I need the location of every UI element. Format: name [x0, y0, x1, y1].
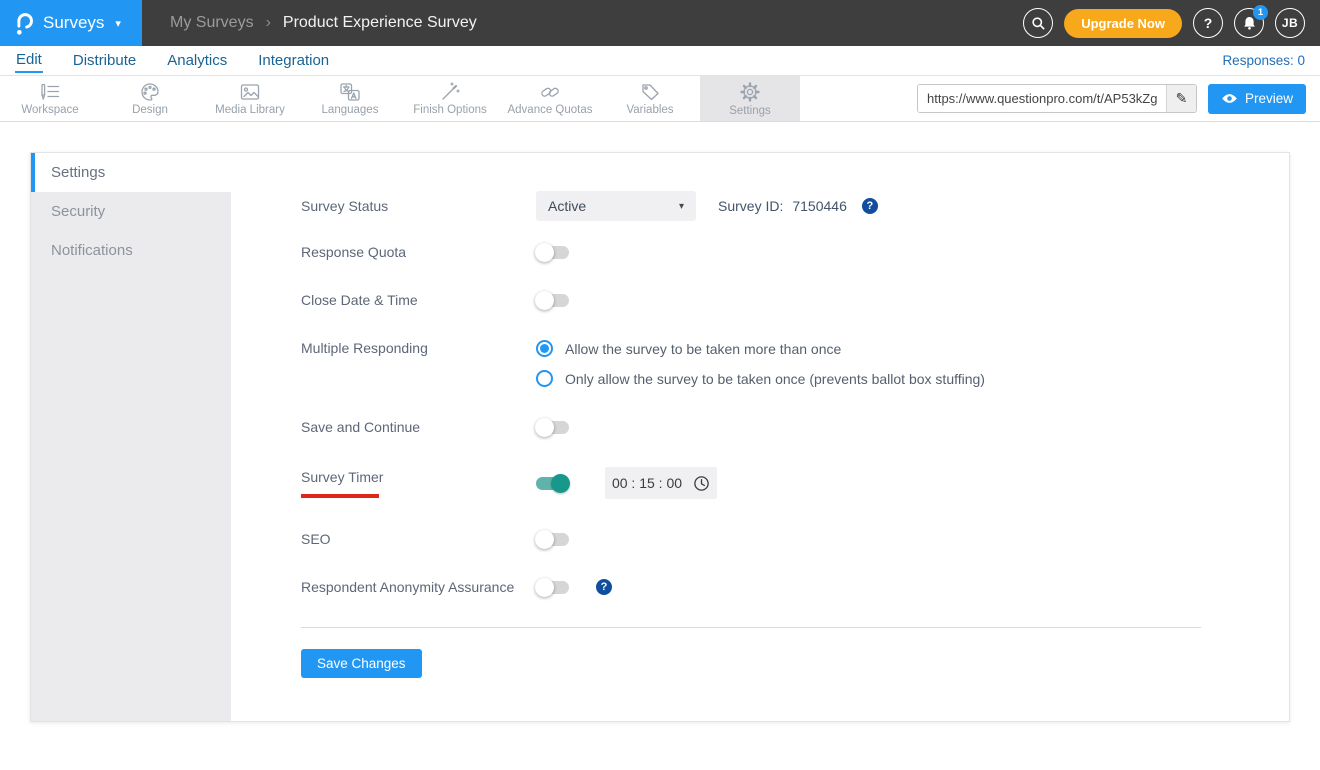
toolbar-item-workspace[interactable]: Workspace — [0, 76, 100, 121]
save-continue-row: Save and Continue — [301, 417, 1289, 437]
workspace-icon — [41, 83, 60, 100]
breadcrumb-separator: › — [265, 14, 271, 31]
breadcrumb-my-surveys[interactable]: My Surveys — [170, 14, 254, 32]
survey-id-value: 7150446 — [792, 198, 847, 214]
sidebar-item-security[interactable]: Security — [31, 192, 231, 231]
survey-timer-value: 00 : 15 : 00 — [611, 475, 683, 491]
tab-integration[interactable]: Integration — [257, 49, 330, 72]
survey-status-select[interactable]: Active ▾ — [536, 191, 696, 221]
toolbar-item-finish-options[interactable]: Finish Options — [400, 76, 500, 121]
toolbar-item-design[interactable]: Design — [100, 76, 200, 121]
seo-toggle[interactable] — [535, 529, 569, 549]
toolbar-item-media-library[interactable]: Media Library — [200, 76, 300, 121]
survey-timer-time-field[interactable]: 00 : 15 : 00 — [605, 467, 717, 499]
tab-edit[interactable]: Edit — [15, 48, 43, 73]
notifications-button[interactable]: 1 — [1234, 5, 1268, 38]
tab-analytics[interactable]: Analytics — [166, 49, 228, 72]
close-date-label: Close Date & Time — [301, 292, 418, 308]
survey-id-help-icon[interactable]: ? — [861, 198, 878, 214]
divider — [301, 627, 1201, 628]
search-icon — [1032, 16, 1045, 30]
survey-url-input[interactable] — [917, 85, 1166, 112]
settings-sidebar: Settings Security Notifications — [31, 153, 231, 721]
response-quota-row: Response Quota — [301, 242, 1289, 262]
chevron-down-icon: ▾ — [678, 200, 684, 212]
product-name: Surveys — [43, 13, 105, 32]
survey-status-value: Active — [548, 198, 587, 214]
save-changes-button[interactable]: Save Changes — [301, 649, 422, 678]
translate-icon — [340, 82, 360, 101]
help-button[interactable]: ? — [1193, 8, 1223, 38]
multiple-responding-row: Multiple Responding Allow the survey to … — [301, 340, 1289, 387]
clock-icon — [694, 475, 709, 491]
sidebar-item-notifications[interactable]: Notifications — [31, 231, 231, 270]
sidebar-item-settings[interactable]: Settings — [31, 153, 231, 192]
toolbar-item-variables[interactable]: Variables — [600, 76, 700, 121]
toolbar-right: ✎ Preview — [916, 76, 1320, 121]
preview-button[interactable]: Preview — [1207, 83, 1306, 114]
multiple-responding-label: Multiple Responding — [301, 340, 428, 356]
questionpro-logo-icon — [16, 12, 33, 35]
seo-row: SEO — [301, 529, 1289, 549]
survey-status-label: Survey Status — [301, 198, 389, 214]
edit-toolbar: Workspace Design Media Library Languages… — [0, 76, 1320, 122]
search-button[interactable] — [1023, 8, 1054, 38]
tab-distribute[interactable]: Distribute — [72, 49, 137, 72]
close-date-toggle[interactable] — [535, 290, 569, 310]
settings-main: Survey Status Active ▾ Survey ID: 715044… — [231, 153, 1289, 721]
multiple-responding-options: Allow the survey to be taken more than o… — [536, 340, 985, 387]
red-highlight-underline — [301, 493, 379, 498]
save-continue-label: Save and Continue — [301, 419, 421, 435]
gear-icon — [740, 81, 760, 102]
survey-url-box: ✎ — [916, 84, 1197, 113]
edit-url-button[interactable]: ✎ — [1165, 85, 1196, 112]
chevron-down-icon: ▾ — [115, 17, 121, 30]
survey-timer-label-wrap: Survey Timer — [301, 469, 536, 498]
anonymity-help-icon[interactable]: ? — [596, 579, 612, 595]
toolbar-item-languages[interactable]: Languages — [300, 76, 400, 121]
responses-count: Responses: 0 — [1222, 53, 1305, 68]
survey-timer-toggle[interactable] — [536, 473, 570, 493]
survey-status-row: Survey Status Active ▾ Survey ID: 715044… — [301, 191, 1289, 221]
breadcrumb-survey-title: Product Experience Survey — [282, 14, 477, 31]
pencil-icon: ✎ — [1175, 90, 1188, 106]
content-area: Settings Security Notifications Survey S… — [0, 122, 1320, 770]
radio-unselected-icon — [536, 370, 553, 387]
breadcrumb: My Surveys › Product Experience Survey — [170, 14, 477, 32]
upgrade-now-button[interactable]: Upgrade Now — [1064, 8, 1182, 38]
radio-option-multiple[interactable]: Allow the survey to be taken more than o… — [536, 340, 985, 357]
image-icon — [240, 83, 260, 100]
radio-option-once[interactable]: Only allow the survey to be taken once (… — [536, 370, 985, 387]
survey-id-group: Survey ID: 7150446 ? — [718, 198, 878, 214]
survey-timer-row: Survey Timer 00 : 15 : 00 — [301, 467, 1289, 499]
seo-label: SEO — [301, 531, 331, 547]
topbar-actions: Upgrade Now ? 1 JB — [1023, 5, 1320, 38]
response-quota-label: Response Quota — [301, 244, 407, 260]
response-quota-toggle[interactable] — [535, 242, 569, 262]
top-bar: Surveys ▾ My Surveys › Product Experienc… — [0, 0, 1320, 46]
settings-card: Settings Security Notifications Survey S… — [30, 152, 1290, 722]
close-date-row: Close Date & Time — [301, 290, 1289, 310]
tag-icon — [642, 83, 659, 100]
survey-timer-label: Survey Timer — [301, 468, 384, 485]
palette-icon — [141, 82, 159, 101]
eye-icon — [1222, 94, 1237, 103]
notification-badge: 1 — [1253, 5, 1268, 20]
magic-wand-icon — [442, 81, 460, 100]
chain-link-icon — [541, 87, 559, 97]
radio-selected-icon — [536, 340, 553, 357]
toolbar-item-advance-quotas[interactable]: Advance Quotas — [500, 76, 600, 121]
user-avatar[interactable]: JB — [1275, 8, 1305, 38]
anonymity-row: Respondent Anonymity Assurance ? — [301, 577, 1289, 597]
question-mark-icon: ? — [1203, 15, 1213, 31]
save-continue-toggle[interactable] — [535, 417, 569, 437]
app-logo-menu[interactable]: Surveys ▾ — [0, 0, 142, 46]
section-nav: Edit Distribute Analytics Integration Re… — [0, 46, 1320, 76]
anonymity-toggle[interactable] — [535, 577, 569, 597]
toolbar-item-settings[interactable]: Settings — [700, 76, 800, 121]
anonymity-label: Respondent Anonymity Assurance — [301, 579, 515, 595]
survey-id-label: Survey ID: — [718, 198, 784, 214]
